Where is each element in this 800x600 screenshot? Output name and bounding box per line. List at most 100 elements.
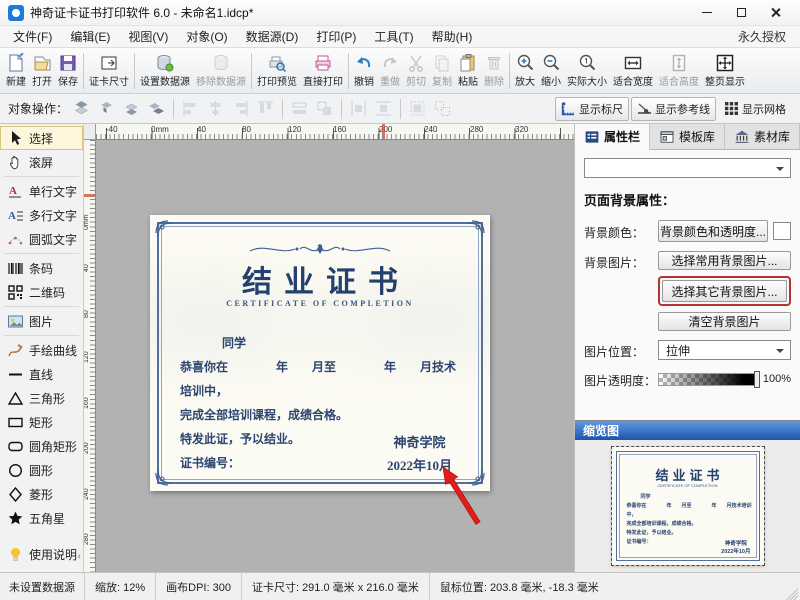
image-position-select[interactable]: 拉伸: [658, 340, 791, 360]
objectbar-separator: [341, 99, 342, 119]
menu-view[interactable]: 视图(V): [119, 26, 177, 47]
bg-color-swatch[interactable]: [773, 222, 791, 240]
align-right-button[interactable]: [229, 97, 252, 120]
app-icon: [8, 5, 24, 21]
equal-h-spacing-button[interactable]: [347, 97, 370, 120]
thumbnail-line: 恭喜你在 年 月至 年 月技术培训中，: [627, 502, 752, 520]
design-canvas[interactable]: 结业证书 CERTIFICATE OF COMPLETION 同学 恭喜你在 年…: [96, 140, 574, 572]
tool-rectangle[interactable]: 矩形: [0, 410, 83, 434]
redo-button[interactable]: 重做: [377, 50, 403, 92]
ungroup-button[interactable]: [431, 97, 454, 120]
show-ruler-toggle[interactable]: 显示标尺: [555, 97, 629, 121]
tool-single-line-text[interactable]: A 单行文字: [0, 179, 83, 203]
work-area: 选择 滚屏 A 单行文字 A 多行文字 圆弧文字 条码 二维码: [0, 124, 800, 572]
toolbar-separator: [509, 53, 510, 89]
sidebar-collapse-chevron[interactable]: ‹: [78, 551, 81, 562]
same-width-button[interactable]: [288, 97, 311, 120]
new-button[interactable]: 新建: [3, 50, 29, 92]
menu-datasource[interactable]: 数据源(D): [237, 26, 308, 47]
send-to-back-button[interactable]: [145, 97, 168, 120]
delete-button[interactable]: 删除: [481, 50, 507, 92]
help-button[interactable]: 使用说明: [0, 542, 83, 566]
menu-file[interactable]: 文件(F): [4, 26, 61, 47]
tool-pan-label: 滚屏: [29, 154, 53, 171]
menu-edit[interactable]: 编辑(E): [61, 26, 119, 47]
undo-button[interactable]: 撤销: [351, 50, 377, 92]
fit-width-button[interactable]: 适合宽度: [610, 50, 656, 92]
save-button[interactable]: 保存: [55, 50, 81, 92]
equal-v-spacing-button[interactable]: [372, 97, 395, 120]
bring-to-front-button[interactable]: [70, 97, 93, 120]
maximize-button[interactable]: [724, 2, 758, 24]
tool-barcode[interactable]: 条码: [0, 256, 83, 280]
send-backward-button[interactable]: [120, 97, 143, 120]
set-datasource-button[interactable]: 设置数据源: [137, 50, 193, 92]
actual-size-button[interactable]: 实际大小: [564, 50, 610, 92]
zoom-out-button-label: 缩小: [541, 73, 561, 88]
zoom-out-icon: [541, 53, 561, 73]
cut-button[interactable]: 剪切: [403, 50, 429, 92]
bring-forward-button[interactable]: [95, 97, 118, 120]
tool-star[interactable]: 五角星: [0, 506, 83, 530]
tool-triangle[interactable]: 三角形: [0, 386, 83, 410]
tool-multi-line-text[interactable]: A 多行文字: [0, 203, 83, 227]
image-opacity-slider[interactable]: [658, 373, 759, 386]
show-grid-toggle[interactable]: 显示网格: [718, 97, 792, 121]
menu-tools[interactable]: 工具(T): [365, 26, 422, 47]
tool-image-label: 图片: [29, 313, 53, 330]
resize-grip[interactable]: [786, 588, 798, 600]
minimize-icon: [702, 12, 712, 13]
zoom-in-button[interactable]: 放大: [512, 50, 538, 92]
align-top-button[interactable]: [254, 97, 277, 120]
object-selector-combo[interactable]: [584, 158, 791, 178]
group-button[interactable]: [406, 97, 429, 120]
clear-bg-button[interactable]: 清空背景图片: [658, 312, 791, 331]
tool-pan[interactable]: 滚屏: [0, 150, 83, 174]
tool-rounded-rectangle[interactable]: 圆角矩形: [0, 434, 83, 458]
panel-tabs: 属性栏 模板库 素材库: [575, 124, 800, 150]
copy-icon: [432, 53, 452, 73]
choose-other-bg-button[interactable]: 选择其它背景图片...: [662, 280, 787, 302]
zoom-out-button[interactable]: 缩小: [538, 50, 564, 92]
tool-select[interactable]: 选择: [0, 126, 83, 150]
opacity-slider-handle[interactable]: [754, 371, 760, 388]
thumbnail-certificate[interactable]: 结业证书 CERTIFICATE OF COMPLETION 同学 恭喜你在 年…: [612, 447, 764, 565]
tool-line[interactable]: 直线: [0, 362, 83, 386]
remove-datasource-button[interactable]: 移除数据源: [193, 50, 249, 92]
tool-freehand-curve[interactable]: 手绘曲线: [0, 338, 83, 362]
tab-material-library[interactable]: 素材库: [725, 124, 800, 149]
direct-print-button[interactable]: 直接打印: [300, 50, 346, 92]
actual-size-button-label: 实际大小: [567, 73, 607, 88]
close-button[interactable]: [758, 2, 792, 24]
certificate-page[interactable]: 结业证书 CERTIFICATE OF COMPLETION 同学 恭喜你在 年…: [150, 215, 490, 491]
open-button[interactable]: 打开: [29, 50, 55, 92]
minimize-button[interactable]: [690, 2, 724, 24]
tab-template-library[interactable]: 模板库: [650, 124, 725, 149]
vruler-label: 160: [84, 397, 90, 409]
menu-object[interactable]: 对象(O): [177, 26, 236, 47]
tool-arc-text[interactable]: 圆弧文字: [0, 227, 83, 251]
bg-color-button[interactable]: 背景颜色和透明度...: [658, 220, 768, 242]
show-guides-toggle[interactable]: 显示参考线: [631, 97, 716, 121]
copy-button[interactable]: 复制: [429, 50, 455, 92]
card-size-button[interactable]: 证卡尺寸: [86, 50, 132, 92]
tool-circle[interactable]: 圆形: [0, 458, 83, 482]
fit-height-button[interactable]: 适合高度: [656, 50, 702, 92]
menu-help[interactable]: 帮助(H): [423, 26, 482, 47]
paste-button[interactable]: 粘贴: [455, 50, 481, 92]
print-preview-icon: [267, 53, 287, 73]
fit-page-button[interactable]: 整页显示: [702, 50, 748, 92]
print-preview-button[interactable]: 打印预览: [254, 50, 300, 92]
menu-print[interactable]: 打印(P): [307, 26, 365, 47]
tab-properties[interactable]: 属性栏: [575, 124, 650, 150]
choose-common-bg-button[interactable]: 选择常用背景图片...: [658, 251, 791, 270]
align-center-button[interactable]: [204, 97, 227, 120]
tool-select-label: 选择: [29, 130, 53, 147]
align-left-button[interactable]: [179, 97, 202, 120]
tool-qrcode[interactable]: 二维码: [0, 280, 83, 304]
tool-image[interactable]: 图片: [0, 309, 83, 333]
tool-diamond[interactable]: 菱形: [0, 482, 83, 506]
vruler-cursor-marker: [84, 194, 95, 197]
same-size-button[interactable]: [313, 97, 336, 120]
cut-scissors-icon: [406, 53, 426, 73]
